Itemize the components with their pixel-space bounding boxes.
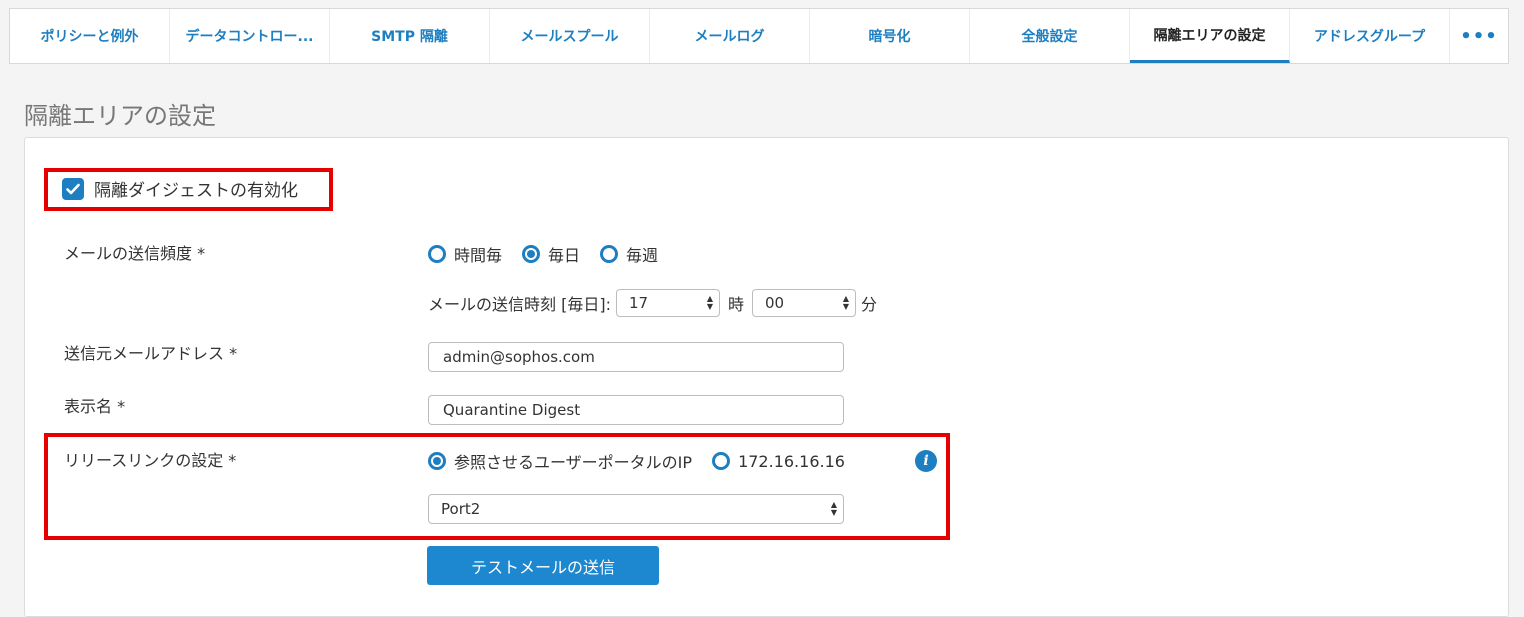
radio-ip-address-label: 172.16.16.16: [738, 451, 845, 471]
more-tabs-icon[interactable]: •••: [1450, 9, 1508, 63]
tab-bar: ポリシーと例外 データコントロー... SMTP 隔離 メールスプール メールロ…: [9, 8, 1509, 64]
minute-value: 00: [764, 294, 785, 312]
check-icon[interactable]: [62, 177, 84, 200]
page-title: 隔離エリアの設定: [24, 102, 216, 130]
radio-user-portal-ip[interactable]: 参照させるユーザーポータルのIP: [428, 449, 692, 473]
send-test-mail-button[interactable]: テストメールの送信: [427, 546, 659, 585]
frequency-radio-group: 時間毎 毎日 毎週: [428, 242, 678, 266]
hour-select[interactable]: 17 ▲ ▼: [615, 289, 720, 317]
digest-checkbox-row[interactable]: 隔離ダイジェストの有効化: [62, 176, 298, 201]
radio-unselected-icon[interactable]: [712, 452, 731, 470]
minute-unit: 分: [860, 295, 877, 314]
hour-unit: 時: [727, 295, 744, 314]
radio-unselected-icon[interactable]: [428, 245, 446, 263]
send-time-label: メールの送信時刻 [毎日]:: [428, 295, 611, 314]
tab-policies[interactable]: ポリシーと例外: [10, 9, 170, 63]
release-link-radio-group: 参照させるユーザーポータルのIP 172.16.16.16: [428, 449, 865, 473]
tab-smtp-quarantine[interactable]: SMTP 隔離: [330, 9, 490, 63]
sender-address-input[interactable]: [428, 342, 844, 372]
radio-ip-address[interactable]: 172.16.16.16: [712, 452, 845, 471]
radio-weekly-label: 毎週: [626, 246, 659, 265]
hour-value: 17: [628, 294, 649, 312]
digest-checkbox-label: 隔離ダイジェストの有効化: [94, 181, 298, 201]
tab-mail-log[interactable]: メールログ: [650, 9, 810, 63]
tab-address-groups[interactable]: アドレスグループ: [1290, 9, 1450, 63]
updown-icon: ▲ ▼: [830, 500, 837, 517]
tab-mail-spool[interactable]: メールスプール: [490, 9, 650, 63]
radio-hourly-label: 時間毎: [454, 246, 503, 265]
port-value: Port2: [441, 500, 481, 518]
display-name-label: 表示名 *: [64, 397, 126, 416]
minute-select[interactable]: 00 ▲ ▼: [751, 289, 856, 317]
radio-daily-label: 毎日: [548, 246, 581, 265]
send-time-row: メールの送信時刻 [毎日]: 17 ▲ ▼ 時 00 ▲ ▼ 分: [428, 289, 877, 317]
radio-weekly[interactable]: 毎週: [600, 242, 658, 266]
info-icon[interactable]: i: [915, 450, 937, 472]
radio-unselected-icon[interactable]: [600, 245, 619, 263]
radio-hourly[interactable]: 時間毎: [428, 242, 502, 266]
updown-icon: ▲ ▼: [842, 294, 849, 311]
radio-daily[interactable]: 毎日: [522, 242, 580, 266]
updown-icon: ▲ ▼: [706, 294, 713, 311]
release-link-label: リリースリンクの設定 *: [64, 451, 237, 470]
tab-general-settings[interactable]: 全般設定: [970, 9, 1130, 63]
radio-selected-icon[interactable]: [428, 452, 446, 470]
port-select[interactable]: Port2 ▲ ▼: [428, 494, 844, 524]
radio-selected-icon[interactable]: [522, 245, 541, 263]
frequency-label: メールの送信頻度 *: [64, 244, 206, 263]
tab-encryption[interactable]: 暗号化: [810, 9, 970, 63]
radio-user-portal-ip-label: 参照させるユーザーポータルのIP: [454, 453, 693, 472]
display-name-input[interactable]: [428, 395, 844, 425]
sender-address-label: 送信元メールアドレス *: [64, 344, 238, 363]
tab-data-control[interactable]: データコントロー...: [170, 9, 330, 63]
tab-quarantine-settings[interactable]: 隔離エリアの設定: [1130, 9, 1290, 63]
